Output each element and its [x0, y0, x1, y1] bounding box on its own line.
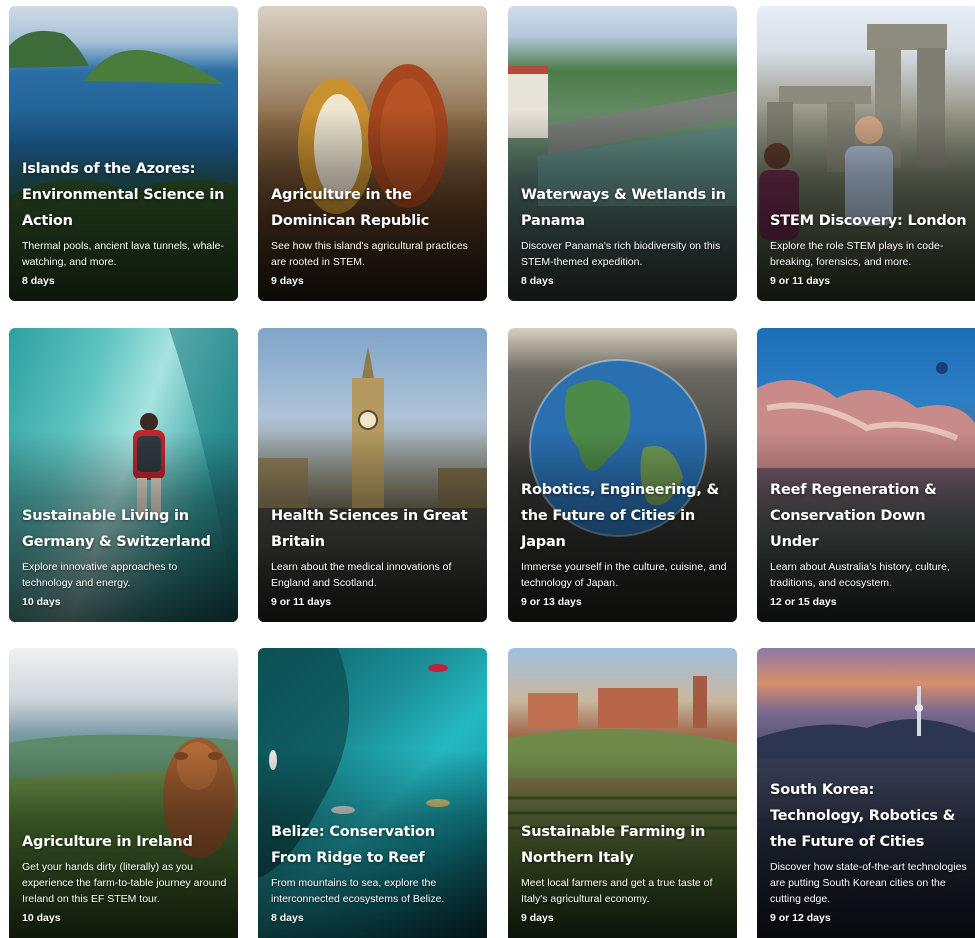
card-title: Sustainable Living in Germany & Switzerl… [22, 508, 211, 550]
card-duration: 10 days [22, 912, 61, 924]
card-duration: 8 days [271, 912, 304, 924]
card-title: Islands of the Azores: Environmental Sci… [22, 161, 225, 229]
tour-card-japan[interactable]: Robotics, Engineering, & the Future of C… [508, 328, 737, 622]
card-description: Meet local farmers and get a true taste … [521, 877, 713, 905]
card-description: Explore the role STEM plays in code-brea… [770, 240, 944, 268]
card-duration: 9 days [271, 275, 304, 287]
card-title: Belize: Conservation From Ridge to Reef [271, 824, 435, 866]
card-title: Agriculture in the Dominican Republic [271, 187, 430, 229]
card-duration: 9 or 11 days [770, 275, 831, 287]
tour-card-azores[interactable]: Islands of the Azores: Environmental Sci… [9, 6, 238, 301]
card-description: Explore innovative approaches to technol… [22, 561, 178, 589]
card-title: Reef Regeneration & Conservation Down Un… [770, 482, 937, 550]
card-description: From mountains to sea, explore the inter… [271, 877, 445, 905]
card-description: Learn about Australia's history, culture… [770, 561, 950, 589]
tour-card-panama[interactable]: Waterways & Wetlands in Panama Discover … [508, 6, 737, 301]
tour-card-ireland[interactable]: Agriculture in Ireland Get your hands di… [9, 648, 238, 938]
card-duration: 8 days [521, 275, 554, 287]
tour-card-dominican-republic[interactable]: Agriculture in the Dominican Republic Se… [258, 6, 487, 301]
card-description: Get your hands dirty (literally) as you … [22, 861, 227, 905]
card-title: Waterways & Wetlands in Panama [521, 187, 726, 229]
card-duration: 9 or 13 days [521, 596, 582, 608]
tour-card-great-britain[interactable]: Health Sciences in Great Britain Learn a… [258, 328, 487, 622]
card-description: See how this island's agricultural pract… [271, 240, 468, 268]
card-duration: 10 days [22, 596, 61, 608]
card-duration: 12 or 15 days [770, 596, 837, 608]
card-duration: 9 days [521, 912, 554, 924]
tour-card-south-korea[interactable]: South Korea: Technology, Robotics & the … [757, 648, 975, 938]
card-description: Thermal pools, ancient lava tunnels, wha… [22, 240, 224, 268]
card-title: STEM Discovery: London [770, 213, 967, 229]
card-title: South Korea: Technology, Robotics & the … [770, 782, 956, 850]
tour-card-belize[interactable]: Belize: Conservation From Ridge to Reef … [258, 648, 487, 938]
tour-card-australia[interactable]: Reef Regeneration & Conservation Down Un… [757, 328, 975, 622]
card-title: Robotics, Engineering, & the Future of C… [521, 482, 719, 550]
card-duration: 8 days [22, 275, 55, 287]
card-description: Immerse yourself in the culture, cuisine… [521, 561, 727, 589]
card-title: Sustainable Farming in Northern Italy [521, 824, 706, 866]
tour-card-germany-switzerland[interactable]: Sustainable Living in Germany & Switzerl… [9, 328, 238, 622]
card-title: Health Sciences in Great Britain [271, 508, 468, 550]
card-description: Discover Panama's rich biodiversity on t… [521, 240, 721, 268]
card-title: Agriculture in Ireland [22, 834, 193, 850]
card-description: Discover how state-of-the-art technologi… [770, 861, 967, 905]
tour-card-london[interactable]: STEM Discovery: London Explore the role … [757, 6, 975, 301]
card-duration: 9 or 11 days [271, 596, 332, 608]
card-duration: 9 or 12 days [770, 912, 831, 924]
tour-card-northern-italy[interactable]: Sustainable Farming in Northern Italy Me… [508, 648, 737, 938]
card-description: Learn about the medical innovations of E… [271, 561, 452, 589]
